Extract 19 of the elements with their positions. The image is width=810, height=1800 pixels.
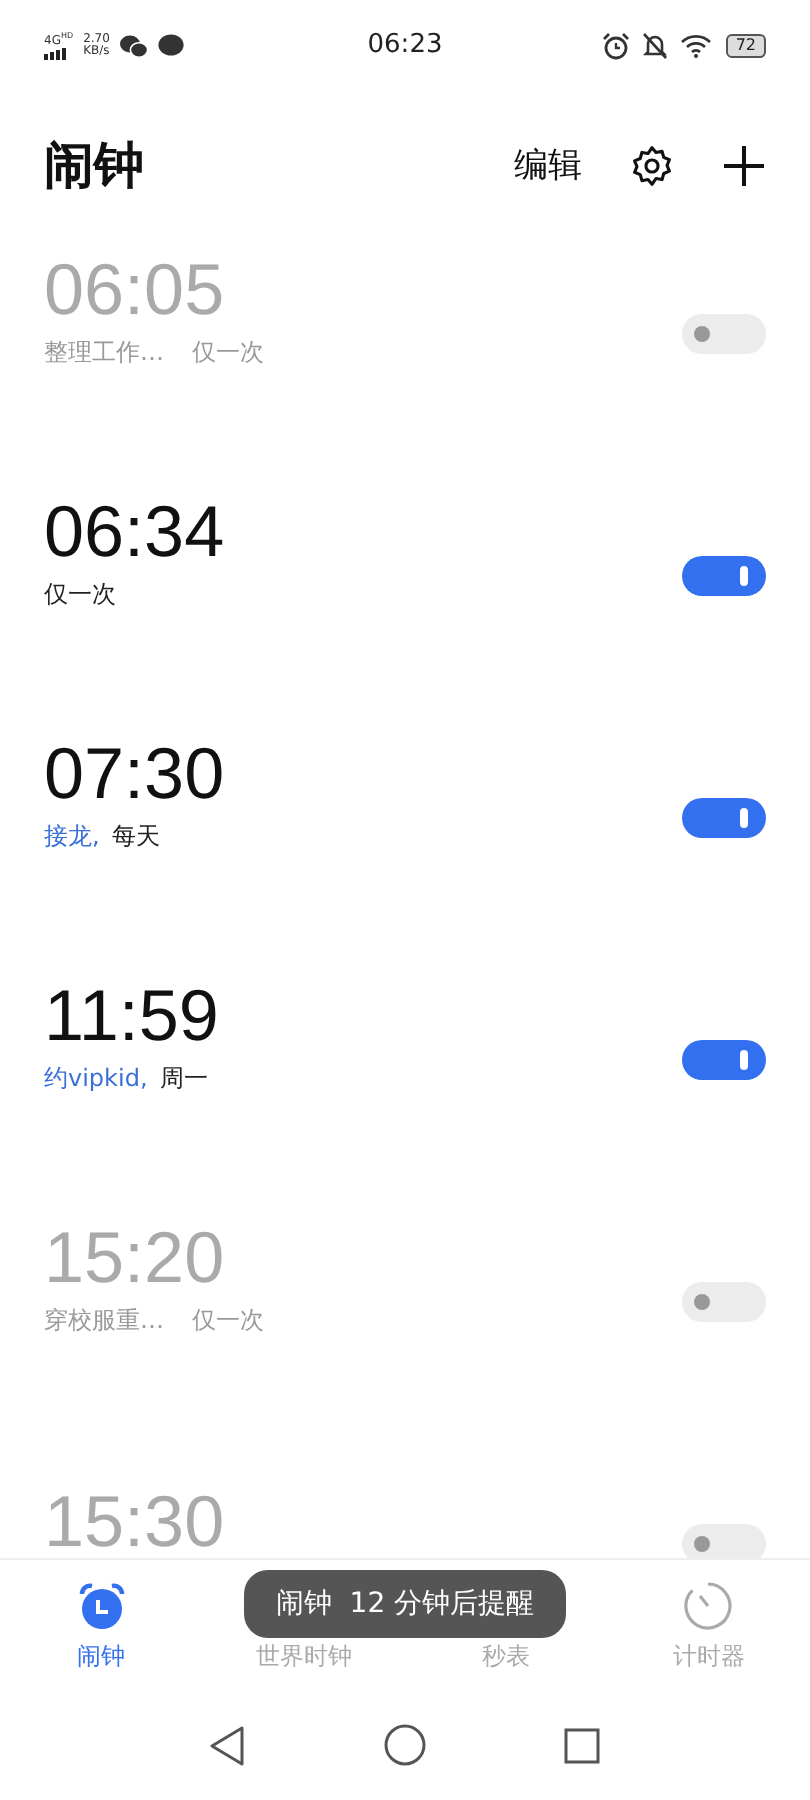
page-title: 闹钟 <box>44 134 144 198</box>
alarm-repeat: 仅一次 <box>192 336 264 371</box>
reminder-toast: 闹钟 12 分钟后提醒 <box>244 1570 566 1638</box>
battery-level: 72 <box>725 33 766 57</box>
status-time: 06:23 <box>367 30 443 60</box>
alarm-time: 07:30 <box>44 735 225 811</box>
alarm-time: 06:05 <box>44 251 227 327</box>
alarm-repeat: 仅一次 <box>44 578 116 613</box>
alarm-time: 06:34 <box>44 493 225 569</box>
alarm-time: 15:20 <box>44 1219 227 1295</box>
alarm-repeat: 周一 <box>159 1062 208 1097</box>
alarm-time: 15:30 <box>44 1483 225 1558</box>
alarm-repeat: 每天 <box>111 820 160 855</box>
alarm-note: 整理工作… <box>44 336 164 371</box>
alarm-note: 接龙, <box>44 820 100 855</box>
alarm-time: 11:59 <box>44 977 219 1053</box>
alarm-note: 穿校服重… <box>44 1304 164 1339</box>
alarm-repeat: 仅一次 <box>192 1304 264 1339</box>
alarm-note: 约vipkid, <box>44 1062 148 1097</box>
